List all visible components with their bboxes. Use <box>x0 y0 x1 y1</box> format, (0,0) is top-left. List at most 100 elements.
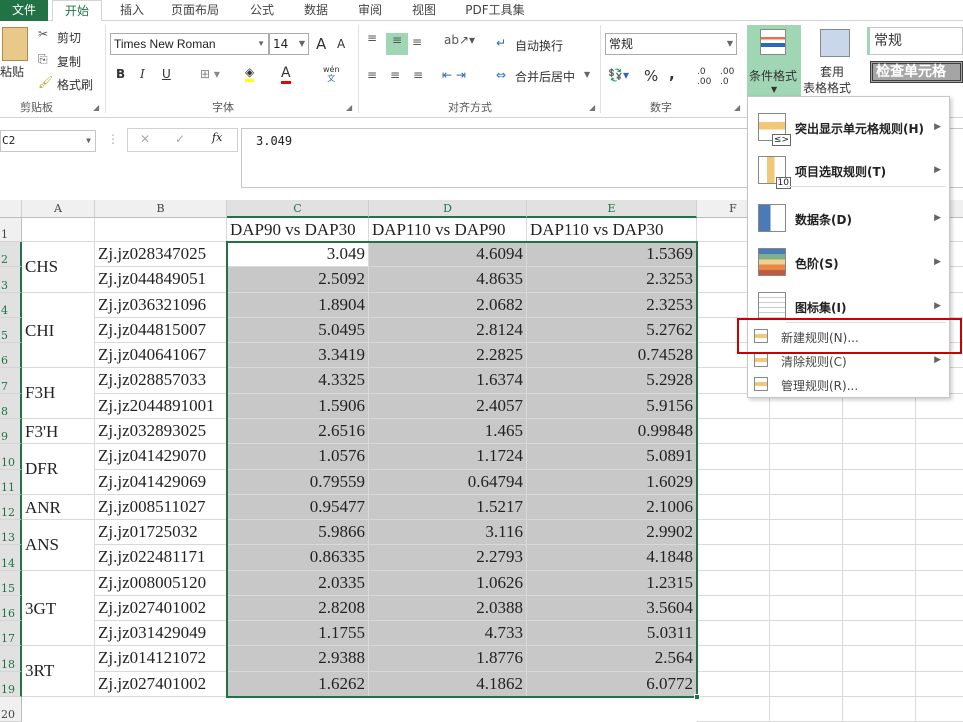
italic-button[interactable]: I <box>140 67 145 81</box>
id-cell[interactable]: Zj.jz032893025 <box>95 418 227 445</box>
cell[interactable] <box>95 218 227 242</box>
row-header[interactable]: 1 <box>0 218 22 242</box>
align-right-icon[interactable]: ≡ <box>413 68 423 82</box>
id-cell[interactable]: Zj.jz008005120 <box>95 570 227 596</box>
cell[interactable] <box>916 621 963 647</box>
column-title-cell[interactable]: DAP110 vs DAP30 <box>527 218 697 242</box>
cut-button[interactable]: 剪切 <box>57 29 81 46</box>
row-header[interactable]: 7 <box>0 368 22 394</box>
font-name-select[interactable]: Times New Roman ▼ <box>110 33 269 55</box>
cell[interactable] <box>843 520 916 546</box>
cell[interactable] <box>697 494 770 521</box>
tab-data[interactable]: 数据 <box>298 0 334 21</box>
row-header[interactable]: 20 <box>0 697 22 722</box>
row-header[interactable]: 10 <box>0 444 22 470</box>
cell[interactable] <box>916 596 963 622</box>
cell[interactable] <box>770 697 843 722</box>
column-title-cell[interactable]: DAP90 vs DAP30 <box>227 218 369 242</box>
cell[interactable] <box>843 646 916 672</box>
merge-center-button[interactable]: 合并后居中 <box>515 68 575 85</box>
comma-button[interactable]: , <box>669 65 675 83</box>
cell[interactable] <box>843 671 916 698</box>
id-cell[interactable]: Zj.jz040641067 <box>95 343 227 369</box>
column-header[interactable]: D <box>369 200 527 218</box>
tab-view[interactable]: 视图 <box>406 0 442 21</box>
row-header[interactable]: 15 <box>0 570 22 596</box>
row-header[interactable]: 2 <box>0 242 22 268</box>
cell[interactable] <box>770 520 843 546</box>
cell[interactable] <box>697 444 770 470</box>
align-middle-icon[interactable]: ≡ <box>386 33 408 55</box>
row-header[interactable]: 16 <box>0 595 22 622</box>
cell[interactable] <box>843 444 916 470</box>
phonetic-button[interactable]: wén 文 <box>323 65 340 83</box>
cell[interactable] <box>770 418 843 445</box>
cell[interactable] <box>697 621 770 647</box>
table-format-label-1[interactable]: 套用 <box>820 63 844 80</box>
style-normal[interactable]: 常规 <box>867 27 963 55</box>
gene-cell[interactable]: 3RT <box>22 646 95 698</box>
cell[interactable] <box>916 495 963 521</box>
cell[interactable] <box>916 470 963 495</box>
menu-item[interactable]: 管理规则(R)... <box>748 373 949 395</box>
cell[interactable] <box>697 697 770 722</box>
id-cell[interactable]: Zj.jz028347025 <box>95 242 227 268</box>
gene-cell[interactable]: F3'H <box>22 418 95 445</box>
gene-cell[interactable]: 3GT <box>22 570 95 647</box>
cell[interactable] <box>843 418 916 445</box>
gene-cell[interactable]: DFR <box>22 444 95 495</box>
row-header[interactable]: 6 <box>0 343 22 369</box>
cell[interactable] <box>697 671 770 698</box>
cell[interactable] <box>843 545 916 571</box>
fill-color-icon[interactable]: ◈ <box>245 65 255 82</box>
menu-item[interactable]: 数据条(D) ▶ <box>748 200 949 236</box>
indent-icon[interactable]: ⇤ ⇥ <box>442 68 466 82</box>
row-header[interactable]: 12 <box>0 494 22 521</box>
accounting-format-icon[interactable]: 💱▾ <box>608 68 629 82</box>
id-cell[interactable]: Zj.jz008511027 <box>95 494 227 521</box>
tab-pdf-tools[interactable]: PDF工具集 <box>460 0 530 21</box>
id-cell[interactable]: Zj.jz031429049 <box>95 621 227 647</box>
cell[interactable] <box>697 595 770 622</box>
name-box[interactable]: C2 ▼ <box>0 130 96 152</box>
id-cell[interactable]: Zj.jz041429070 <box>95 444 227 470</box>
fill-handle[interactable] <box>694 694 700 701</box>
row-header[interactable]: 19 <box>0 671 22 698</box>
cell[interactable] <box>770 444 843 470</box>
row-header[interactable]: 9 <box>0 418 22 445</box>
number-format-select[interactable]: 常规 ▼ <box>605 33 737 55</box>
select-all-button[interactable] <box>0 200 22 218</box>
cell[interactable] <box>843 570 916 596</box>
paste-button[interactable]: 粘贴 <box>0 63 24 80</box>
row-header[interactable]: 18 <box>0 646 22 672</box>
cell[interactable] <box>697 418 770 445</box>
tab-home[interactable]: 开始 <box>52 0 102 22</box>
column-header[interactable]: A <box>22 200 95 218</box>
tab-review[interactable]: 审阅 <box>352 0 388 21</box>
shrink-font-button[interactable]: A <box>337 37 345 51</box>
column-header[interactable]: B <box>95 200 227 218</box>
column-title-cell[interactable]: DAP110 vs DAP90 <box>369 218 527 242</box>
increase-decimal-button[interactable]: .0 .00 <box>697 67 711 87</box>
tab-insert[interactable]: 插入 <box>112 0 152 21</box>
cell[interactable] <box>697 469 770 495</box>
cell[interactable] <box>916 520 963 546</box>
cell[interactable] <box>916 697 963 722</box>
menu-item[interactable]: ≤> 突出显示单元格规则(H) ▶ <box>748 109 949 146</box>
cell[interactable] <box>697 545 770 571</box>
id-cell[interactable]: Zj.jz041429069 <box>95 469 227 495</box>
cell[interactable] <box>770 595 843 622</box>
align-bottom-icon[interactable]: ≡ <box>412 35 422 49</box>
bold-button[interactable]: B <box>116 67 125 81</box>
percent-button[interactable]: % <box>644 67 658 85</box>
cell[interactable] <box>770 621 843 647</box>
dialog-launcher-icon[interactable]: ◢ <box>734 103 740 112</box>
row-header[interactable]: 3 <box>0 267 22 293</box>
gene-cell[interactable]: CHI <box>22 292 95 369</box>
id-cell[interactable]: Zj.jz036321096 <box>95 292 227 318</box>
cell[interactable] <box>770 469 843 495</box>
style-check-cell[interactable]: 检查单元格 <box>870 61 963 83</box>
cell[interactable] <box>22 218 95 242</box>
gene-cell[interactable]: F3H <box>22 368 95 419</box>
cell[interactable] <box>770 570 843 596</box>
